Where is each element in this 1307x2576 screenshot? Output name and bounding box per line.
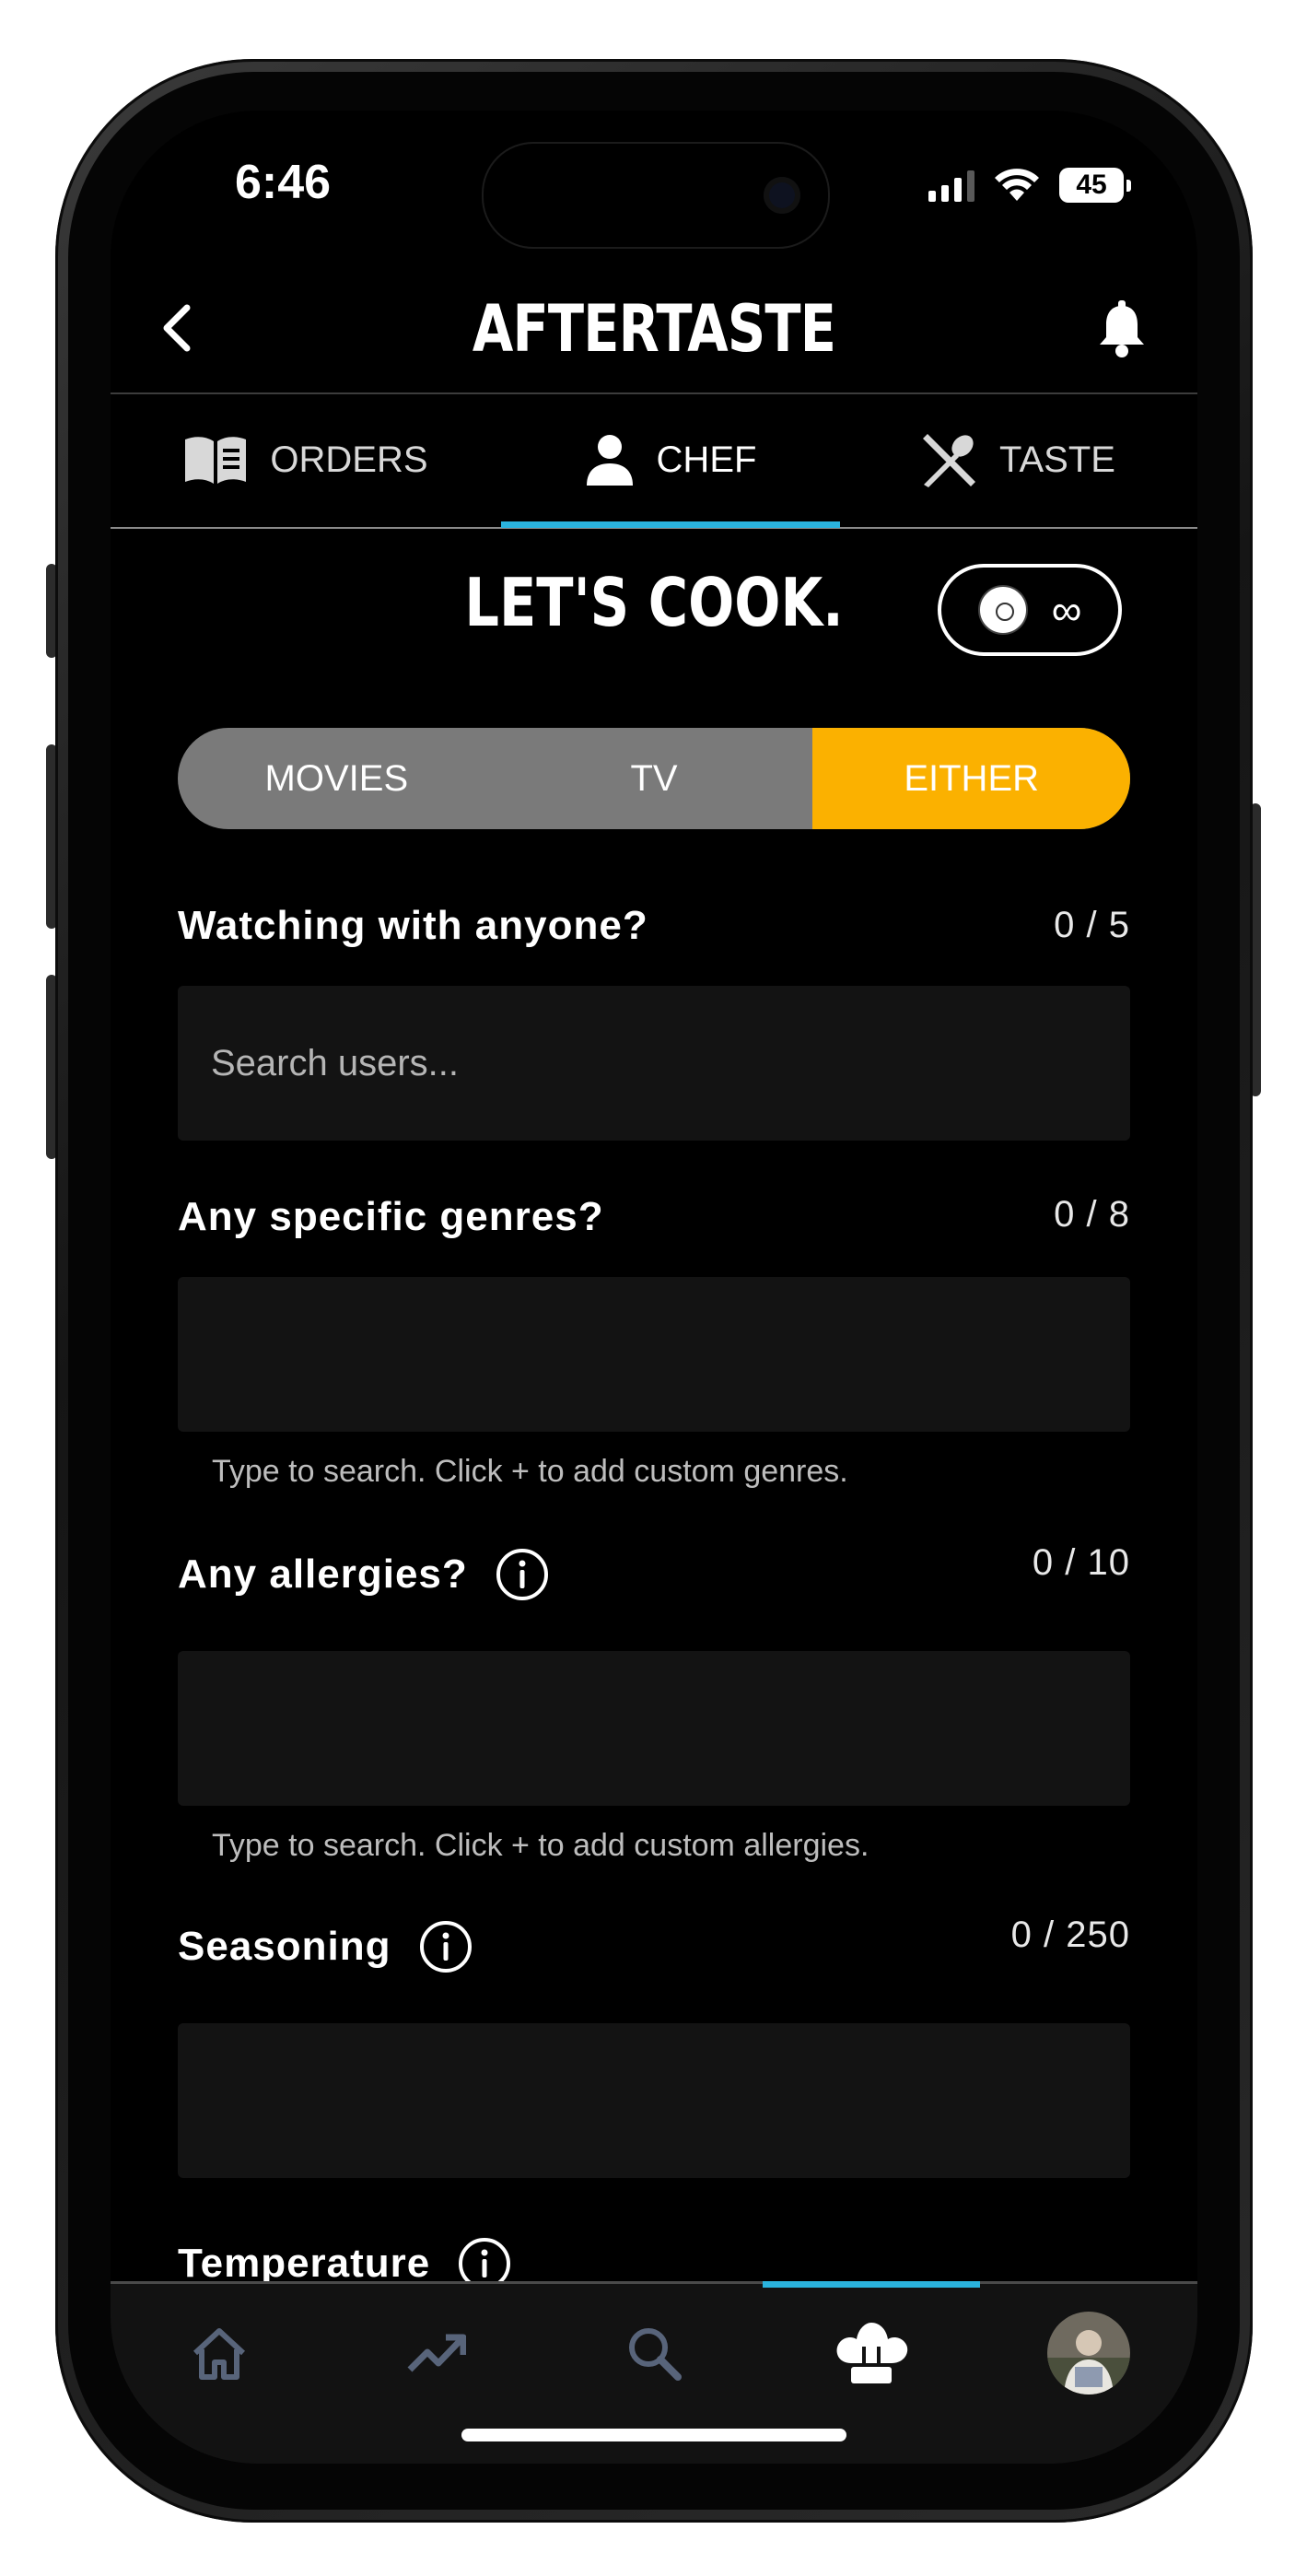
nav-search[interactable]: [545, 2284, 763, 2422]
info-icon[interactable]: [419, 1920, 473, 1973]
profile-avatar: [1047, 2312, 1130, 2395]
status-time: 6:46: [235, 156, 332, 209]
chef-hat-icon: [836, 2323, 908, 2383]
aftertaste-logo-icon: [977, 585, 1028, 635]
seasoning-count: 0 / 250: [1010, 1914, 1130, 1955]
allergies-help-text: Type to search. Click + to add custom al…: [212, 1828, 869, 1863]
info-icon[interactable]: [496, 1548, 549, 1601]
allergies-field: [178, 1651, 1130, 1806]
genres-field: [178, 1277, 1130, 1432]
tab-taste[interactable]: TASTE: [840, 392, 1197, 527]
credits-badge[interactable]: ∞: [938, 564, 1122, 656]
temperature-label-text: Temperature: [178, 2241, 431, 2286]
app-header: AFTERTASTE: [111, 267, 1197, 394]
dynamic-island: [482, 142, 830, 249]
home-indicator[interactable]: [461, 2429, 846, 2441]
back-arrow-icon[interactable]: [152, 302, 204, 354]
nav-trending[interactable]: [328, 2284, 545, 2422]
seasoning-label-text: Seasoning: [178, 1924, 391, 1969]
allergies-count: 0 / 10: [1032, 1542, 1130, 1583]
credits-count: ∞: [1051, 586, 1082, 634]
cellular-signal-icon: [928, 169, 974, 202]
person-icon: [586, 435, 633, 486]
tab-orders[interactable]: ORDERS: [111, 392, 501, 527]
nav-chef[interactable]: [763, 2281, 980, 2422]
home-icon: [193, 2328, 246, 2380]
seasoning-label: Seasoning: [178, 1920, 473, 1973]
app-screen: 6:46 45 AFTERTASTE ORDERS CHEF TASTE LET…: [111, 111, 1197, 2464]
tab-orders-label: ORDERS: [270, 439, 428, 480]
search-users-input[interactable]: [178, 986, 1130, 1141]
tab-chef[interactable]: CHEF: [501, 392, 840, 528]
genres-help-text: Type to search. Click + to add custom ge…: [212, 1454, 848, 1489]
segment-tv[interactable]: TV: [496, 728, 813, 829]
nav-profile[interactable]: [980, 2284, 1197, 2422]
watching-label-text: Watching with anyone?: [178, 903, 648, 948]
tab-taste-label: TASTE: [999, 439, 1115, 480]
allergies-label: Any allergies?: [178, 1548, 549, 1601]
book-icon: [185, 437, 247, 484]
segment-movies[interactable]: MOVIES: [178, 728, 496, 829]
trending-icon: [407, 2334, 466, 2372]
battery-icon: 45: [1059, 168, 1131, 203]
seasoning-input[interactable]: [178, 2023, 1130, 2178]
tab-chef-label: CHEF: [656, 439, 757, 480]
search-icon: [629, 2328, 682, 2381]
allergies-label-text: Any allergies?: [178, 1551, 468, 1597]
bell-icon[interactable]: [1094, 300, 1149, 359]
genres-input[interactable]: [178, 1277, 1130, 1432]
nav-home[interactable]: [111, 2284, 328, 2422]
seasoning-field: [178, 2023, 1130, 2178]
watching-count: 0 / 5: [1054, 905, 1130, 945]
battery-level: 45: [1076, 170, 1107, 200]
camera: [764, 177, 800, 214]
tab-bar: ORDERS CHEF TASTE: [111, 392, 1197, 529]
watching-field: [178, 986, 1130, 1141]
allergies-input[interactable]: [178, 1651, 1130, 1806]
genres-label-text: Any specific genres?: [178, 1194, 604, 1239]
status-indicators: 45: [928, 162, 1131, 208]
genres-label: Any specific genres?: [178, 1194, 604, 1240]
wifi-icon: [995, 169, 1039, 201]
genres-count: 0 / 8: [1054, 1194, 1130, 1235]
watching-label: Watching with anyone?: [178, 903, 648, 949]
media-type-toggle: MOVIES TV EITHER: [178, 728, 1130, 829]
segment-either[interactable]: EITHER: [812, 728, 1130, 829]
app-title: AFTERTASTE: [472, 291, 836, 367]
utensils-icon: [923, 434, 976, 487]
